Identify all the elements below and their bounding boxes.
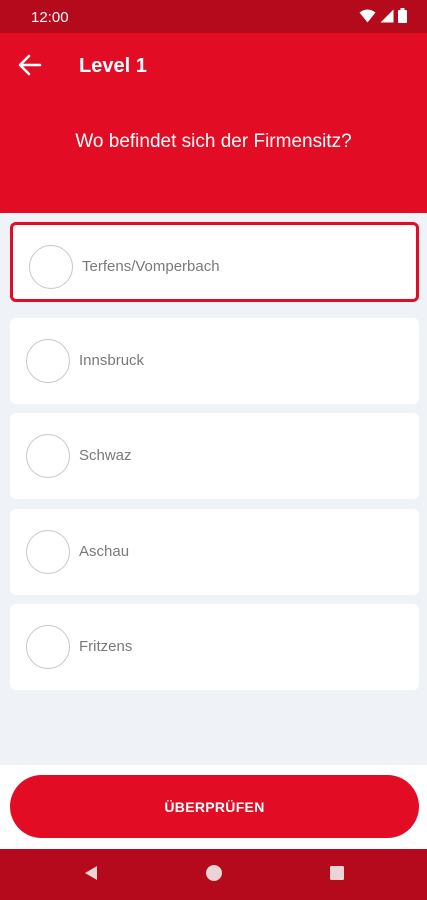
status-time: 12:00 bbox=[31, 9, 69, 26]
nav-back-button[interactable] bbox=[80, 864, 102, 886]
bottom-action-area: ÜBERPRÜFEN bbox=[0, 765, 427, 849]
question-text: Wo befindet sich der Firmensitz? bbox=[75, 131, 352, 152]
radio-button[interactable] bbox=[29, 245, 73, 289]
back-triangle-icon bbox=[84, 865, 98, 886]
recents-square-icon bbox=[329, 865, 345, 886]
answer-option[interactable]: Fritzens bbox=[10, 604, 419, 690]
answer-option-label: Aschau bbox=[79, 543, 130, 560]
nav-home-button[interactable] bbox=[203, 864, 225, 886]
page-title: Level 1 bbox=[79, 55, 147, 77]
status-bar: 12:00 bbox=[0, 0, 427, 33]
nav-recents-button[interactable] bbox=[326, 864, 348, 886]
answer-option-label: Schwaz bbox=[79, 447, 132, 464]
back-button[interactable] bbox=[10, 47, 50, 87]
battery-icon bbox=[398, 8, 407, 23]
check-answer-button[interactable]: ÜBERPRÜFEN bbox=[10, 775, 419, 838]
radio-button[interactable] bbox=[26, 434, 70, 478]
answer-option[interactable]: Terfens/Vomperbach bbox=[10, 222, 419, 302]
arrow-left-icon bbox=[18, 54, 42, 81]
answer-option-label: Innsbruck bbox=[79, 352, 145, 369]
system-nav-bar bbox=[0, 849, 427, 900]
signal-icon bbox=[380, 9, 394, 23]
answer-option[interactable]: Aschau bbox=[10, 509, 419, 595]
wifi-icon bbox=[359, 9, 376, 23]
home-circle-icon bbox=[205, 864, 223, 887]
app-header: Level 1 Wo befindet sich der Firmensitz? bbox=[0, 33, 427, 213]
status-icons bbox=[359, 8, 407, 23]
answer-option-label: Fritzens bbox=[79, 638, 133, 655]
radio-button[interactable] bbox=[26, 339, 70, 383]
radio-button[interactable] bbox=[26, 530, 70, 574]
answer-option[interactable]: Schwaz bbox=[10, 413, 419, 499]
radio-button[interactable] bbox=[26, 625, 70, 669]
answer-option[interactable]: Innsbruck bbox=[10, 318, 419, 404]
answer-option-label: Terfens/Vomperbach bbox=[82, 258, 220, 275]
